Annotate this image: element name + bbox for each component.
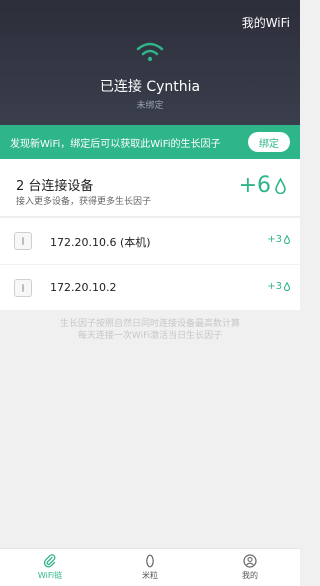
- device-hint: 接入更多设备，获得更多生长因子: [16, 197, 152, 207]
- connection-status-title: 已连接 Cynthia: [99, 79, 201, 95]
- total-bonus-value: +6: [238, 173, 271, 198]
- drop-icon: [275, 177, 286, 194]
- tab-label: 米粒: [142, 571, 158, 580]
- bottom-tab-bar: WiFi链 米粒 我的: [0, 548, 300, 586]
- growth-factor-note: 生长因子按照自然日同时连接设备最高数计算 每天连接一次WiFi激活当日生长因子: [0, 318, 300, 342]
- my-wifi-link[interactable]: 我的WiFi: [242, 14, 290, 31]
- paperclip-icon: [43, 554, 56, 568]
- phone-icon: [14, 232, 32, 250]
- device-row[interactable]: 172.20.10.2 +3: [0, 264, 300, 310]
- user-icon: [243, 554, 257, 568]
- device-row[interactable]: 172.20.10.6 (本机) +3: [0, 218, 300, 264]
- tab-wifi-chain[interactable]: WiFi链: [0, 549, 100, 586]
- drop-icon: [284, 235, 290, 244]
- tab-label: WiFi链: [37, 571, 63, 580]
- device-bonus-value: +3: [267, 234, 282, 245]
- phone-icon: [14, 279, 32, 297]
- binding-status: 未绑定: [136, 101, 164, 111]
- tab-rice[interactable]: 米粒: [100, 549, 200, 586]
- device-bonus: +3: [267, 234, 290, 245]
- bind-button[interactable]: 绑定: [248, 132, 290, 152]
- device-name: 172.20.10.2: [50, 281, 117, 294]
- device-bonus-value: +3: [267, 281, 282, 292]
- device-summary: 2 台连接设备 接入更多设备，获得更多生长因子 +6: [0, 159, 300, 217]
- tab-mine[interactable]: 我的: [200, 549, 300, 586]
- note-line-1: 生长因子按照自然日同时连接设备最高数计算: [59, 319, 240, 329]
- bind-banner-text: 发现新WiFi，绑定后可以获取此WiFi的生长因子: [10, 138, 221, 150]
- device-bonus: +3: [267, 281, 290, 292]
- total-bonus: +6: [239, 173, 286, 198]
- tab-label: 我的: [242, 571, 258, 580]
- drop-icon: [284, 282, 290, 291]
- note-line-2: 每天连接一次WiFi激活当日生长因子: [77, 331, 223, 341]
- device-count: 2 台连接设备: [16, 179, 94, 194]
- status-header: 我的WiFi 已连接 Cynthia 未绑定: [0, 0, 300, 125]
- wifi-icon: [136, 42, 164, 62]
- device-list: 172.20.10.6 (本机) +3 172.20.10.2 +3: [0, 218, 300, 310]
- rice-grain-icon: [146, 554, 154, 568]
- device-name: 172.20.10.6 (本机): [50, 236, 151, 249]
- bind-banner: 发现新WiFi，绑定后可以获取此WiFi的生长因子 绑定: [0, 125, 300, 159]
